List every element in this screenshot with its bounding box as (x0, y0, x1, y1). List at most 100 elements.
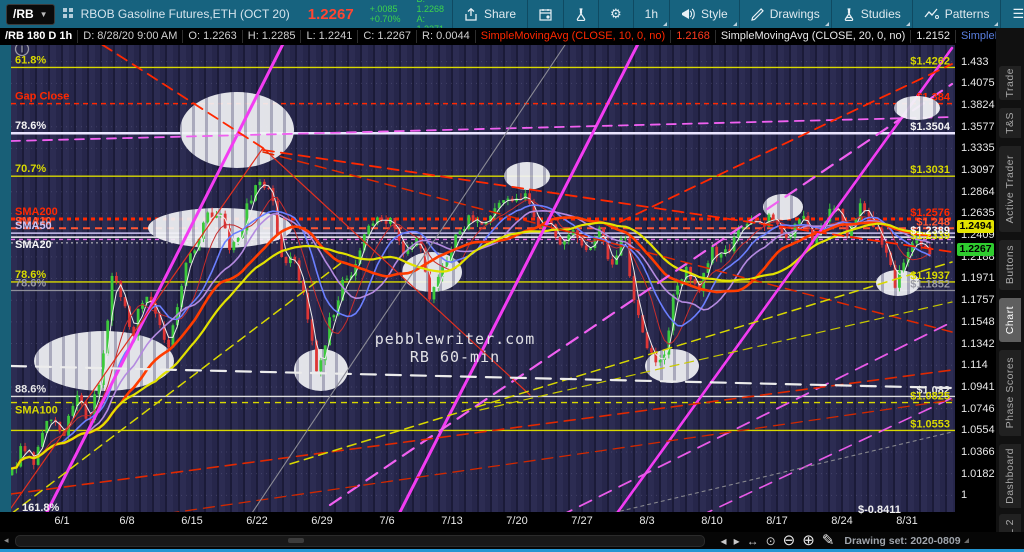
date-tick: 6/29 (311, 515, 333, 527)
tab-active-trader[interactable]: Active Trader (999, 146, 1021, 232)
price-tick: 1.114 (961, 359, 988, 372)
right-sidebar: Trade T&S Active Trader Buttons Chart Phase S… (996, 28, 1024, 552)
chart-canvas[interactable]: 61.8% $1.4262 Gap Close $1.384 78.6% $1.3504 7… (11, 45, 955, 512)
price-tick: 1.0746 (961, 402, 995, 415)
svg-text:78.6%: 78.6% (15, 120, 46, 132)
price-tick: 1.1757 (961, 294, 995, 307)
header-cell: D: 8/28/20 9:00 AM (78, 30, 184, 43)
date-tick: 8/10 (701, 515, 723, 527)
tab-chart[interactable]: Chart (999, 298, 1021, 342)
date-tick: 7/20 (506, 515, 528, 527)
chevron-down-icon: ▼ (39, 9, 48, 19)
price-tag-1.2494: 1.2494 (957, 220, 994, 234)
share-button[interactable]: Share (451, 0, 527, 28)
chart-header-row: /RB 180 D 1h D: 8/28/20 9:00 AM O: 1.2263 H… (0, 28, 996, 45)
svg-text:$1.2389: $1.2389 (910, 225, 950, 237)
scroll-left-icon[interactable]: ◂ (0, 535, 13, 546)
svg-text:$1.0553: $1.0553 (910, 418, 950, 430)
svg-text:88.6%: 88.6% (15, 383, 46, 395)
dropdown-corner-icon (994, 22, 999, 26)
reset-icon[interactable]: ⊙ (766, 535, 776, 547)
price-tag-1.2267: 1.2267 (957, 242, 994, 256)
dropdown-corner-icon (905, 22, 910, 26)
style-button[interactable]: Style (669, 0, 739, 28)
svg-text:pebblewriter.com: pebblewriter.com (375, 330, 536, 348)
svg-text:$1.3031: $1.3031 (910, 164, 950, 176)
thinkorswim-window: /RB ▼ RBOB Gasoline Futures,ETH (OCT 20)… (0, 0, 1024, 552)
chart-nav-icons: ◂ ▸ ↔ ⊙ ⊖ ⊕ ✎ (721, 533, 835, 548)
page-left-icon[interactable]: ◂ (721, 535, 727, 547)
dropdown-corner-icon (824, 22, 829, 26)
menu-icon: ☰ (1012, 6, 1024, 21)
header-cell: C: 1.2267 (358, 30, 418, 43)
price-tick: 1.3097 (961, 164, 995, 177)
zoom-in-icon[interactable]: ⊕ (802, 533, 815, 548)
1h-button[interactable]: 1h (632, 0, 669, 28)
symbol-input[interactable]: /RB ▼ (6, 3, 55, 25)
tab-t-s[interactable]: T&S (999, 108, 1021, 138)
date-tick: 8/17 (766, 515, 788, 527)
draw-icon[interactable]: ✎ (822, 533, 835, 548)
calendar-button[interactable] (527, 0, 563, 28)
tab-buttons[interactable]: Buttons (999, 240, 1021, 290)
gear-icon: ⚙ (610, 6, 622, 21)
date-tick: 7/13 (441, 515, 463, 527)
drawing-set-corner-icon (963, 538, 969, 543)
price-plot[interactable]: 61.8% $1.4262Gap Close $1.38478.6% $1.35047… (11, 45, 955, 512)
tab-label: Buttons (1004, 245, 1016, 285)
price-axis[interactable]: 1.4591.4331.40751.38241.35771.33351.3097… (955, 28, 996, 532)
change-stack: +.0085 +0.70% (362, 0, 409, 28)
drawing-set-label[interactable]: Drawing set: 2020-0809 (844, 535, 960, 547)
header-cell: /RB 180 D 1h (0, 30, 79, 43)
tab-dashboard[interactable]: Dashboard (999, 444, 1021, 508)
header-cell: O: 1.2263 (183, 30, 243, 43)
price-tick: 1.433 (961, 55, 989, 68)
drawings-button[interactable]: Drawings (738, 0, 831, 28)
zoom-out-icon[interactable]: ⊖ (783, 533, 796, 548)
header-cell: SimpleMovingAvg (CLOSE, 10, 0, no) (476, 30, 672, 43)
price-tick: 1.4075 (961, 77, 995, 90)
scrollbar-thumb[interactable] (287, 537, 304, 543)
svg-text:$1.0825: $1.0825 (910, 391, 950, 403)
page-right-icon[interactable]: ▸ (734, 535, 740, 547)
svg-text:70.7%: 70.7% (15, 163, 46, 175)
date-tick: 8/24 (831, 515, 853, 527)
flask-icon (575, 7, 587, 21)
bid-value: B: 1.2268 (416, 0, 444, 14)
dropdown-corner-icon (732, 22, 737, 26)
date-tick: 8/3 (639, 515, 655, 527)
price-tick: 1.0366 (961, 446, 995, 459)
price-tick: 1.1342 (961, 337, 995, 350)
svg-text:$1.1852: $1.1852 (910, 279, 950, 291)
header-cell: R: 0.0044 (417, 30, 476, 43)
header-cell: 1.2152 (911, 30, 956, 43)
date-axis[interactable]: 161.8% $-0.8411 6/1 6/8 6/15 6/22 6/29 7/6 7/1… (0, 502, 996, 532)
tab-label: T&S (1004, 112, 1016, 134)
fib-extension-price-label: $-0.8411 (858, 504, 901, 516)
tab-label: Trade (1004, 68, 1016, 98)
button-label: Share (483, 7, 516, 21)
pencil-icon (750, 7, 764, 21)
svg-text:61.8%: 61.8% (15, 54, 46, 66)
gear-button[interactable]: ⚙ (598, 0, 633, 28)
menu-button[interactable]: ☰ (1000, 0, 1024, 28)
tab-phase-scores[interactable]: Phase Scores (999, 350, 1021, 436)
button-label: 1h (644, 7, 659, 21)
header-cell: H: 1.2285 (243, 30, 302, 43)
link-grid-icon[interactable] (62, 7, 73, 21)
patterns-icon (924, 8, 939, 20)
date-tick: 6/1 (54, 515, 70, 527)
patterns-button[interactable]: Patterns (911, 0, 1001, 28)
chart-scrollbar[interactable] (14, 534, 705, 547)
price-tick: 1 (961, 489, 968, 502)
button-label: Patterns (944, 7, 990, 21)
left-panel-edge (0, 28, 11, 534)
bottom-bar: ◂ ◂ ▸ ↔ ⊙ ⊖ ⊕ ✎ Drawing set: 2020-0809 (0, 532, 1024, 549)
date-tick: 8/31 (896, 515, 918, 527)
flask-button[interactable] (563, 0, 598, 28)
header-cell: SimpleMovingAvg (CLOSE,... (956, 30, 996, 43)
tab-trade[interactable]: Trade (999, 66, 1021, 100)
button-label: Studies (860, 7, 901, 21)
studies-button[interactable]: Studies (830, 0, 912, 28)
fit-width-icon[interactable]: ↔ (747, 535, 759, 547)
